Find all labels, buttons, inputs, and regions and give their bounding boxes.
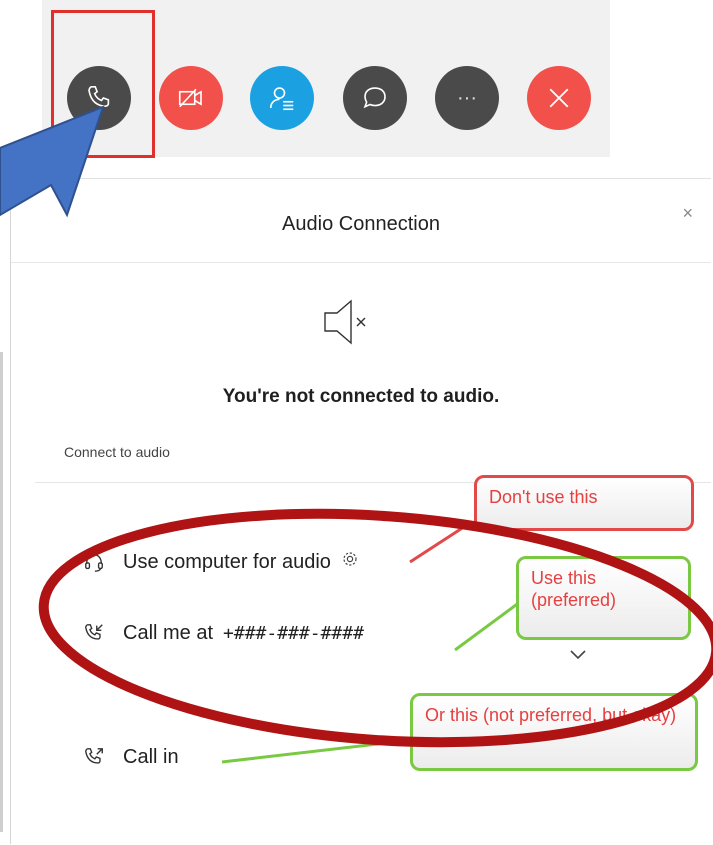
option-label: Use computer for audio bbox=[123, 550, 331, 573]
close-icon[interactable]: × bbox=[682, 203, 693, 224]
use-computer-audio-option[interactable]: Use computer for audio bbox=[81, 549, 359, 575]
window-edge bbox=[0, 352, 3, 832]
dialog-header: Audio Connection × bbox=[11, 179, 711, 263]
call-me-option[interactable]: Call me at +###-###-#### bbox=[81, 620, 364, 646]
acceptable-note: Or this (not preferred, but okay) bbox=[410, 693, 698, 771]
chat-button[interactable] bbox=[343, 66, 407, 130]
call-in-option[interactable]: Call in bbox=[81, 744, 179, 770]
option-label: Call in bbox=[123, 745, 179, 768]
phone-incoming-icon bbox=[81, 620, 107, 646]
speaker-muted-icon bbox=[324, 299, 366, 345]
leave-button[interactable] bbox=[527, 66, 591, 130]
dont-use-note: Don't use this bbox=[474, 475, 694, 531]
phone-number[interactable]: +###-###-#### bbox=[223, 623, 364, 644]
section-label: Connect to audio bbox=[64, 444, 170, 460]
preferred-note: Use this (preferred) bbox=[516, 556, 691, 640]
chat-icon bbox=[363, 87, 386, 109]
video-off-icon bbox=[178, 88, 202, 108]
more-button[interactable]: ··· bbox=[435, 66, 499, 130]
audio-button-highlight bbox=[51, 10, 155, 158]
audio-status-text: You're not connected to audio. bbox=[222, 386, 500, 407]
more-icon: ··· bbox=[457, 86, 477, 109]
chevron-down-icon[interactable] bbox=[569, 649, 587, 661]
participants-icon bbox=[269, 87, 294, 111]
phone-outgoing-icon bbox=[81, 744, 107, 770]
dialog-title: Audio Connection bbox=[282, 213, 440, 235]
headset-icon bbox=[81, 549, 107, 575]
video-button[interactable] bbox=[159, 66, 223, 130]
close-icon bbox=[549, 88, 569, 108]
option-label: Call me at bbox=[123, 621, 214, 644]
participants-button[interactable] bbox=[250, 66, 314, 130]
gear-icon[interactable] bbox=[341, 550, 359, 574]
